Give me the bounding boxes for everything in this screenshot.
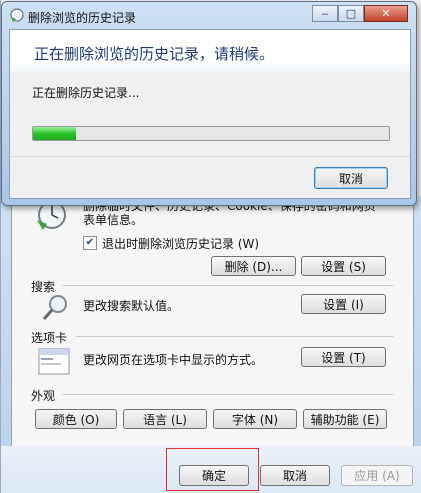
tabs-description: 更改网页在选项卡中显示的方式。 <box>83 353 264 367</box>
appearance-section-label: 外观 <box>31 389 56 403</box>
progress-bar <box>32 126 390 141</box>
colors-button[interactable]: 颜色 (O) <box>35 409 117 429</box>
appearance-section-divider <box>63 394 393 395</box>
dialog-title: 删除浏览的历史记录 <box>28 11 137 25</box>
close-button[interactable]: ✕ <box>364 5 408 22</box>
close-icon: ✕ <box>381 7 391 20</box>
maximize-icon: □ <box>345 7 357 20</box>
apply-button[interactable]: 应用 (A) <box>341 465 413 486</box>
dialog-heading: 正在删除浏览的历史记录，请稍候。 <box>34 45 275 63</box>
magnifier-icon <box>42 295 67 320</box>
dialog-status-text: 正在删除历史记录... <box>32 86 140 100</box>
history-settings-button[interactable]: 设置 (S) <box>301 256 386 276</box>
fonts-button[interactable]: 字体 (N) <box>213 409 297 429</box>
tabs-section-divider <box>76 336 393 337</box>
delete-history-button[interactable]: 删除 (D)... <box>211 256 296 276</box>
delete-on-exit-checkbox[interactable]: ✔ <box>83 236 97 250</box>
search-section-divider <box>63 285 393 286</box>
minimize-icon: ‒ <box>321 7 329 20</box>
tabbed-window-icon <box>38 348 70 375</box>
dialog-cancel-button[interactable]: 取消 <box>314 167 388 189</box>
dialog-client-area: 正在删除浏览的历史记录，请稍候。 正在删除历史记录... 取消 <box>9 29 411 199</box>
minimize-button[interactable]: ‒ <box>312 5 338 22</box>
delete-on-exit-row[interactable]: ✔ 退出时删除浏览历史记录 (W) <box>83 235 259 251</box>
maximize-button[interactable]: □ <box>338 5 364 22</box>
dialog-divider <box>10 156 410 157</box>
progress-bar-fill <box>33 127 76 140</box>
languages-button[interactable]: 语言 (L) <box>123 409 207 429</box>
dialog-app-icon <box>10 8 24 22</box>
search-description: 更改搜索默认值。 <box>83 299 180 313</box>
search-settings-button[interactable]: 设置 (I) <box>301 294 386 314</box>
ok-button-highlight <box>166 448 259 491</box>
cancel-button[interactable]: 取消 <box>260 465 330 486</box>
tabs-section-label: 选项卡 <box>31 331 68 345</box>
delete-history-dialog: 删除浏览的历史记录 ‒ □ ✕ 正在删除浏览的历史记录，请稍候。 正在删除历史记… <box>1 1 417 206</box>
tabs-settings-button[interactable]: 设置 (T) <box>301 347 386 367</box>
dialog-header: 正在删除浏览的历史记录，请稍候。 <box>10 30 410 72</box>
accessibility-button[interactable]: 辅助功能 (E) <box>303 409 387 429</box>
delete-on-exit-label: 退出时删除浏览历史记录 (W) <box>102 236 260 251</box>
